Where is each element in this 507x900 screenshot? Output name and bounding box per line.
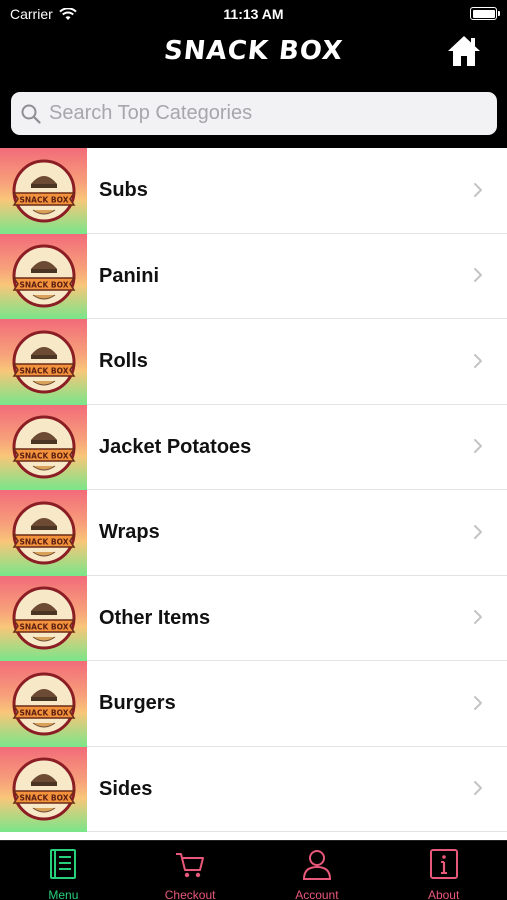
snack-box-logo: SNACK BOX — [0, 148, 87, 234]
tab-about[interactable]: About — [380, 841, 507, 900]
chevron-right-icon — [473, 776, 483, 802]
tab-label: About — [427, 888, 460, 900]
category-row-panini[interactable]: SNACK BOX Panini — [0, 233, 507, 319]
category-label: Other Items — [99, 606, 211, 629]
tab-label: Checkout — [164, 888, 216, 900]
menu-book-icon — [48, 848, 78, 885]
category-label: Wraps — [99, 521, 160, 544]
svg-text:SNACK BOX: SNACK BOX — [19, 708, 68, 717]
category-label: Subs — [99, 179, 148, 202]
svg-text:SNACK BOX: SNACK BOX — [19, 281, 68, 290]
home-button[interactable] — [446, 34, 482, 68]
category-row-wraps[interactable]: SNACK BOX Wraps — [0, 490, 507, 576]
svg-text:SNACK BOX: SNACK BOX — [19, 537, 68, 546]
chevron-right-icon — [473, 178, 483, 204]
category-label: Sides — [99, 777, 153, 800]
home-icon — [448, 36, 480, 66]
app-title: SNACK BOX — [162, 36, 345, 66]
search-bar[interactable] — [11, 92, 497, 135]
tab-account[interactable]: Account — [254, 841, 381, 900]
category-row-burgers[interactable]: SNACK BOX Burgers — [0, 661, 507, 747]
svg-text:SNACK BOX: SNACK BOX — [19, 794, 68, 803]
chevron-right-icon — [473, 349, 483, 375]
category-row-jacket-potatoes[interactable]: SNACK BOX Jacket Potatoes — [0, 404, 507, 490]
snack-box-logo: SNACK BOX — [0, 404, 87, 490]
svg-text:SNACK BOX: SNACK BOX — [19, 452, 68, 461]
snack-box-logo: SNACK BOX — [0, 575, 87, 661]
chevron-right-icon — [473, 263, 483, 289]
tab-bar: Menu Checkout Account About — [0, 840, 507, 900]
tab-checkout[interactable]: Checkout — [127, 841, 254, 900]
tab-label: Menu — [48, 888, 79, 900]
tab-label: Account — [295, 888, 339, 900]
search-input[interactable] — [49, 102, 469, 125]
battery-icon — [470, 7, 500, 20]
chevron-right-icon — [473, 434, 483, 460]
snack-box-logo: SNACK BOX — [0, 661, 87, 747]
tab-menu[interactable]: Menu — [0, 841, 127, 900]
category-row-rolls[interactable]: SNACK BOX Rolls — [0, 319, 507, 405]
snack-box-logo: SNACK BOX — [0, 319, 87, 405]
info-icon — [429, 848, 459, 885]
svg-text:SNACK BOX: SNACK BOX — [19, 366, 68, 375]
category-label: Rolls — [99, 350, 148, 373]
category-label: Jacket Potatoes — [99, 435, 252, 458]
category-row-other-items[interactable]: SNACK BOX Other Items — [0, 575, 507, 661]
status-time: 11:13 AM — [223, 6, 284, 22]
status-bar: Carrier 11:13 AM — [0, 0, 507, 28]
cart-icon — [174, 848, 206, 885]
category-label: Panini — [99, 264, 160, 287]
category-label: Burgers — [99, 692, 176, 715]
category-row-sides[interactable]: SNACK BOX Sides — [0, 746, 507, 832]
category-list: SNACK BOX Subs SNACK BOX Panini SNACK BO… — [0, 148, 507, 840]
svg-text:SNACK BOX: SNACK BOX — [19, 195, 68, 204]
chevron-right-icon — [473, 691, 483, 717]
snack-box-logo: SNACK BOX — [0, 746, 87, 832]
person-icon — [301, 848, 333, 885]
navigation-bar: SNACK BOX — [0, 28, 507, 80]
chevron-right-icon — [473, 520, 483, 546]
category-row-subs[interactable]: SNACK BOX Subs — [0, 148, 507, 234]
snack-box-logo: SNACK BOX — [0, 490, 87, 576]
search-icon — [21, 104, 41, 124]
svg-text:SNACK BOX: SNACK BOX — [19, 623, 68, 632]
snack-box-logo: SNACK BOX — [0, 233, 87, 319]
chevron-right-icon — [473, 605, 483, 631]
